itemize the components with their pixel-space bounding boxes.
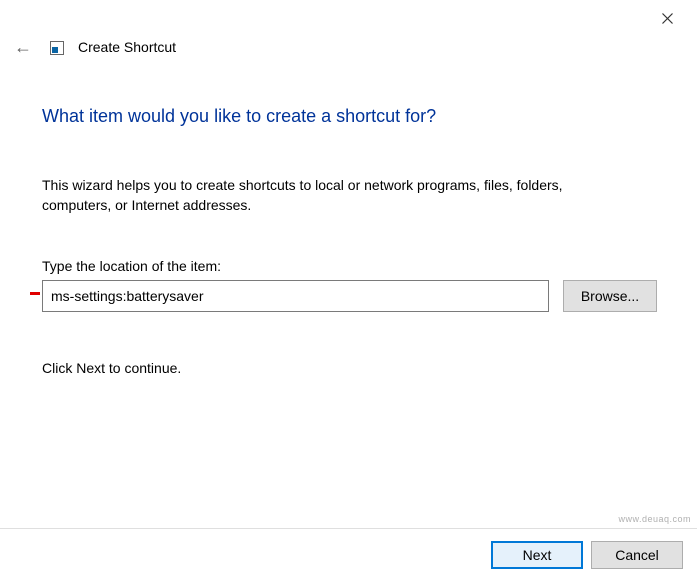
wizard-content: What item would you like to create a sho… <box>42 106 657 376</box>
continue-instruction: Click Next to continue. <box>42 360 657 376</box>
page-heading: What item would you like to create a sho… <box>42 106 657 127</box>
titlebar <box>0 0 697 32</box>
watermark-text: www.deuaq.com <box>618 514 691 524</box>
window-title: Create Shortcut <box>78 39 176 55</box>
wizard-description: This wizard helps you to create shortcut… <box>42 175 602 216</box>
header-row: ← Create Shortcut <box>0 32 697 62</box>
close-icon <box>662 13 673 24</box>
wizard-footer: Next Cancel <box>0 528 697 580</box>
browse-button[interactable]: Browse... <box>563 280 657 312</box>
location-label: Type the location of the item: <box>42 258 657 274</box>
shortcut-icon <box>50 41 64 55</box>
cancel-button[interactable]: Cancel <box>591 541 683 569</box>
close-button[interactable] <box>647 4 687 32</box>
location-input[interactable] <box>42 280 549 312</box>
next-button[interactable]: Next <box>491 541 583 569</box>
annotation-marker <box>30 292 40 295</box>
location-input-row: Browse... <box>42 280 657 312</box>
back-arrow-icon: ← <box>14 38 32 56</box>
